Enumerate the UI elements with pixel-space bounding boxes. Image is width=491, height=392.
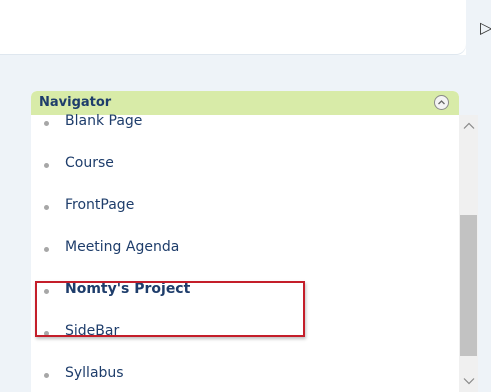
chevron-down-icon xyxy=(463,378,474,385)
chevron-up-icon xyxy=(438,100,445,105)
list-item[interactable]: Course xyxy=(31,155,431,199)
navigator-list: Blank Page Course FrontPage Meeting Agen… xyxy=(31,113,433,392)
list-item[interactable]: Syllabus xyxy=(31,365,431,392)
navigator-title: Navigator xyxy=(39,95,112,110)
scrollbar-thumb[interactable] xyxy=(460,215,477,356)
page-link[interactable]: Meeting Agenda xyxy=(65,239,179,255)
page-link[interactable]: Syllabus xyxy=(65,365,124,381)
bullet-icon xyxy=(44,247,49,252)
navigator-header: Navigator xyxy=(31,91,459,115)
list-item[interactable]: FrontPage xyxy=(31,197,431,241)
page-link[interactable]: Course xyxy=(65,155,114,171)
bullet-icon xyxy=(44,121,49,126)
bullet-icon xyxy=(44,373,49,378)
navigator-scrollbar[interactable] xyxy=(459,115,478,392)
app-root: ▷ Navigator Blank Page Course FrontPage xyxy=(0,0,491,392)
scroll-up-button[interactable] xyxy=(459,115,478,137)
selection-highlight-box xyxy=(35,281,305,337)
bullet-icon xyxy=(44,205,49,210)
chevron-up-icon xyxy=(463,122,474,129)
list-item[interactable]: Blank Page xyxy=(31,113,431,157)
collapse-icon[interactable] xyxy=(434,95,449,110)
page-link[interactable]: Blank Page xyxy=(65,113,142,129)
expand-arrow-icon[interactable]: ▷ xyxy=(480,18,491,37)
navigator-panel: Navigator Blank Page Course FrontPage Me… xyxy=(31,91,459,392)
bullet-icon xyxy=(44,163,49,168)
top-content-area xyxy=(0,0,466,54)
list-item[interactable]: Meeting Agenda xyxy=(31,239,431,283)
scroll-down-button[interactable] xyxy=(459,370,478,392)
page-link[interactable]: FrontPage xyxy=(65,197,134,213)
